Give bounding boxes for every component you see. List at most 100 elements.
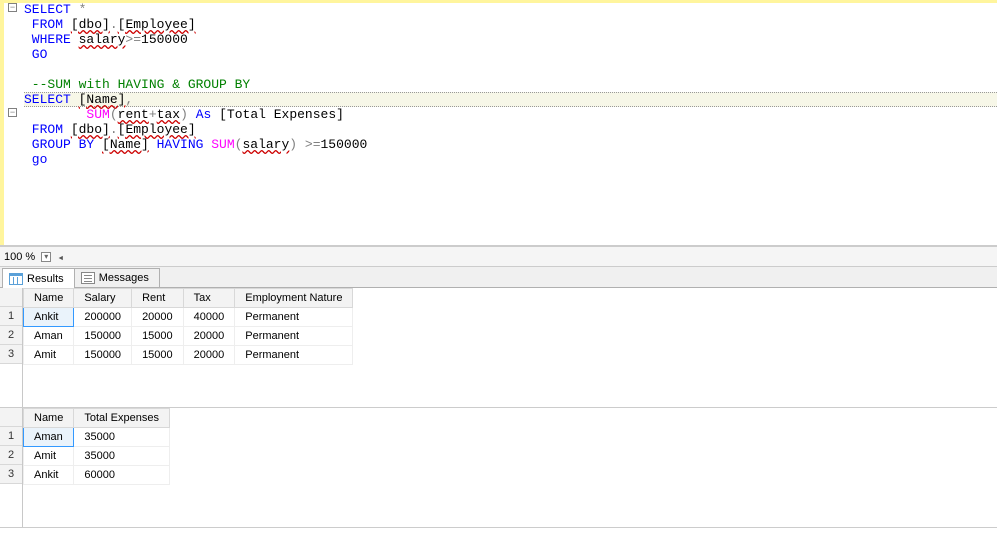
code-token: ( — [110, 107, 118, 122]
code-token: --SUM with HAVING & GROUP BY — [24, 77, 250, 92]
cell[interactable]: Aman — [24, 327, 74, 346]
code-token: tax — [157, 107, 180, 122]
code-token — [24, 107, 86, 122]
code-token: [dbo] — [71, 122, 110, 137]
col-header[interactable]: Tax — [183, 289, 235, 308]
messages-icon — [81, 272, 95, 284]
code-token: rent — [118, 107, 149, 122]
cell[interactable]: Permanent — [235, 327, 353, 346]
code-token: . — [110, 122, 118, 137]
code-token: WHERE — [24, 32, 79, 47]
cell[interactable]: 40000 — [183, 308, 235, 327]
tab-messages[interactable]: Messages — [74, 268, 160, 287]
cell[interactable]: 35000 — [74, 447, 170, 466]
cell[interactable]: Amit — [24, 447, 74, 466]
code-token: salary — [242, 137, 289, 152]
tab-results-label: Results — [27, 273, 64, 285]
row-header-col: 1 2 3 — [0, 408, 23, 527]
table-header-row: Name Salary Rent Tax Employment Nature — [24, 289, 353, 308]
result-table-2[interactable]: Name Total Expenses Aman 35000 Amit 3500… — [23, 408, 170, 485]
results-zone: 1 2 3 Name Salary Rent Tax Employment Na… — [0, 288, 997, 533]
table-row[interactable]: Ankit 200000 20000 40000 Permanent — [24, 308, 353, 327]
cell[interactable]: 35000 — [74, 428, 170, 447]
row-header[interactable]: 2 — [0, 326, 22, 345]
col-header[interactable]: Salary — [74, 289, 132, 308]
cell[interactable]: 15000 — [132, 327, 184, 346]
col-header[interactable]: Name — [24, 289, 74, 308]
code-token: FROM — [24, 17, 71, 32]
code-token: GO — [24, 47, 47, 62]
code-token: * — [71, 2, 87, 17]
code-token: SUM — [86, 107, 109, 122]
code-token: >= — [125, 32, 141, 47]
table-row[interactable]: Amit 150000 15000 20000 Permanent — [24, 346, 353, 365]
cell[interactable]: Ankit — [24, 308, 74, 327]
code-token: As — [188, 107, 219, 122]
col-header[interactable]: Total Expenses — [74, 409, 170, 428]
table-header-row: Name Total Expenses — [24, 409, 170, 428]
cell[interactable]: 15000 — [132, 346, 184, 365]
result-grid-1: 1 2 3 Name Salary Rent Tax Employment Na… — [0, 288, 997, 408]
cell[interactable]: 20000 — [132, 308, 184, 327]
table-row[interactable]: Amit 35000 — [24, 447, 170, 466]
code-token: SELECT — [24, 92, 79, 107]
row-header[interactable]: 1 — [0, 427, 22, 446]
row-header[interactable]: 2 — [0, 446, 22, 465]
code-token: HAVING — [149, 137, 211, 152]
cell[interactable]: Aman — [24, 428, 74, 447]
code-token: + — [149, 107, 157, 122]
scroll-left-icon[interactable] — [57, 251, 64, 263]
code-token: [Employee] — [118, 122, 196, 137]
code-token: [dbo] — [71, 17, 110, 32]
code-token: ) — [289, 137, 297, 152]
cell[interactable]: Permanent — [235, 346, 353, 365]
cell[interactable]: 150000 — [74, 346, 132, 365]
result-table-1[interactable]: Name Salary Rent Tax Employment Nature A… — [23, 288, 353, 365]
sql-editor-pane: − − SELECT * FROM [dbo].[Employee] WHERE… — [0, 0, 997, 246]
code-token: go — [24, 152, 47, 167]
cell[interactable]: Ankit — [24, 466, 74, 485]
cell[interactable]: 150000 — [74, 327, 132, 346]
code-token: FROM — [24, 122, 71, 137]
tab-results[interactable]: Results — [2, 268, 75, 288]
result-grid-2: 1 2 3 Name Total Expenses Aman 35000 Ami… — [0, 408, 997, 528]
cell[interactable]: 20000 — [183, 327, 235, 346]
code-token: [Name] — [102, 137, 149, 152]
code-token: 150000 — [321, 137, 368, 152]
zoom-dropdown-icon[interactable]: ▾ — [41, 252, 51, 262]
col-header[interactable]: Name — [24, 409, 74, 428]
code-token: [Name] — [79, 92, 126, 107]
code-token: GROUP BY — [24, 137, 102, 152]
code-token: ) — [180, 107, 188, 122]
cell[interactable]: 60000 — [74, 466, 170, 485]
code-token: . — [110, 17, 118, 32]
cell[interactable]: 200000 — [74, 308, 132, 327]
cell[interactable]: Permanent — [235, 308, 353, 327]
table-row[interactable]: Aman 150000 15000 20000 Permanent — [24, 327, 353, 346]
row-header-corner[interactable] — [0, 288, 22, 307]
code-token: salary — [79, 32, 126, 47]
zoom-bar: 100 % ▾ — [0, 246, 997, 266]
table-row[interactable]: Aman 35000 — [24, 428, 170, 447]
table-row[interactable]: Ankit 60000 — [24, 466, 170, 485]
cell[interactable]: 20000 — [183, 346, 235, 365]
row-header[interactable]: 1 — [0, 307, 22, 326]
code-token: SELECT — [24, 2, 71, 17]
row-header[interactable]: 3 — [0, 465, 22, 484]
results-tabs: Results Messages — [0, 266, 997, 288]
zoom-level: 100 % — [4, 251, 35, 263]
sql-editor[interactable]: SELECT * FROM [dbo].[Employee] WHERE sal… — [0, 0, 997, 245]
code-token: , — [125, 92, 133, 107]
row-header-col: 1 2 3 — [0, 288, 23, 407]
code-token: [Total Expenses] — [219, 107, 344, 122]
code-token: [Employee] — [118, 17, 196, 32]
col-header[interactable]: Employment Nature — [235, 289, 353, 308]
tab-messages-label: Messages — [99, 272, 149, 284]
row-header[interactable]: 3 — [0, 345, 22, 364]
col-header[interactable]: Rent — [132, 289, 184, 308]
code-token: SUM — [211, 137, 234, 152]
code-token: 150000 — [141, 32, 188, 47]
code-token: >= — [297, 137, 320, 152]
row-header-corner[interactable] — [0, 408, 22, 427]
cell[interactable]: Amit — [24, 346, 74, 365]
